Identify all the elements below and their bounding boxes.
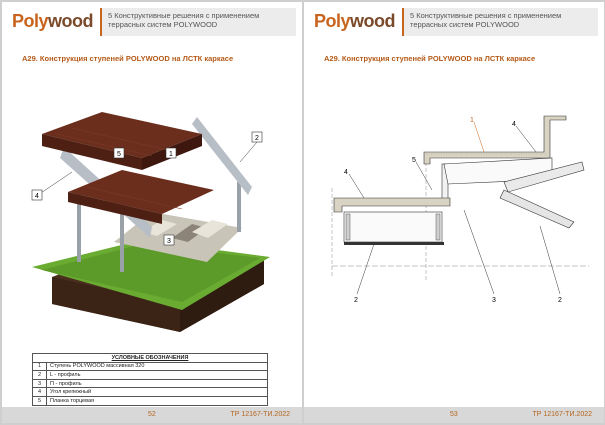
label-4: 4 <box>512 121 516 128</box>
svg-text:5: 5 <box>117 151 121 158</box>
label-2: 2 <box>354 297 358 304</box>
svg-text:1: 1 <box>169 151 173 158</box>
document-spread: Polywood 5 Конструктивные решения с прим… <box>0 0 605 425</box>
callout-1: 1 <box>165 147 177 159</box>
page-footer: 53 ТР 12167-ТИ.2022 <box>304 407 604 423</box>
legend-row: 4 Угол крепежный <box>32 387 268 397</box>
legend-row: 1 Ступень POLYWOOD массивная 320 <box>32 361 268 372</box>
polywood-logo: Polywood <box>12 11 94 31</box>
chapter-header: 5 Конструктивные решения с применением т… <box>402 8 598 36</box>
section-drawing: 1 4 5 4 2 3 2 <box>331 115 589 304</box>
doc-code: ТР 12167-ТИ.2022 <box>532 411 592 418</box>
doc-code: ТР 12167-ТИ.2022 <box>230 411 290 418</box>
legend-row: 5 Планка торцевая <box>32 395 268 406</box>
legend-title: УСЛОВНЫЕ ОБОЗНАЧЕНИЯ <box>32 353 268 363</box>
tread-lower <box>333 197 451 213</box>
polywood-logo: Polywood <box>314 11 396 31</box>
label-4b: 4 <box>344 169 348 176</box>
label-2b: 2 <box>558 297 562 304</box>
callout-2: 2 <box>239 131 263 163</box>
label-1: 1 <box>470 117 474 124</box>
chapter-header: 5 Конструктивные решения с применением т… <box>100 8 296 36</box>
callout-3: 3 <box>163 234 175 246</box>
section-title: А29. Конструкция ступеней POLYWOOD на ЛС… <box>324 54 536 63</box>
label-5: 5 <box>412 157 416 164</box>
page-right: Polywood 5 Конструктивные решения с прим… <box>304 2 604 423</box>
stairs-3d-illustration: 5 1 2 4 3 <box>31 112 270 332</box>
page-footer: 52 ТР 12167-ТИ.2022 <box>2 407 302 423</box>
legend-row: 2L - профиль <box>32 370 268 380</box>
legend-table: УСЛОВНЫЕ ОБОЗНАЧЕНИЯ 1 Ступень POLYWOOD м… <box>32 353 268 406</box>
page-left: Polywood 5 Конструктивные решения с прим… <box>2 2 302 423</box>
tread-upper <box>423 115 567 165</box>
svg-text:4: 4 <box>35 193 39 200</box>
legend-row: 3П - профиль <box>32 378 268 389</box>
label-3: 3 <box>492 297 496 304</box>
page-number: 53 <box>450 411 458 418</box>
callout-5: 5 <box>113 147 125 159</box>
svg-text:3: 3 <box>167 238 171 245</box>
callout-4: 4 <box>31 171 73 201</box>
page-number: 52 <box>148 411 156 418</box>
svg-text:2: 2 <box>255 135 259 142</box>
